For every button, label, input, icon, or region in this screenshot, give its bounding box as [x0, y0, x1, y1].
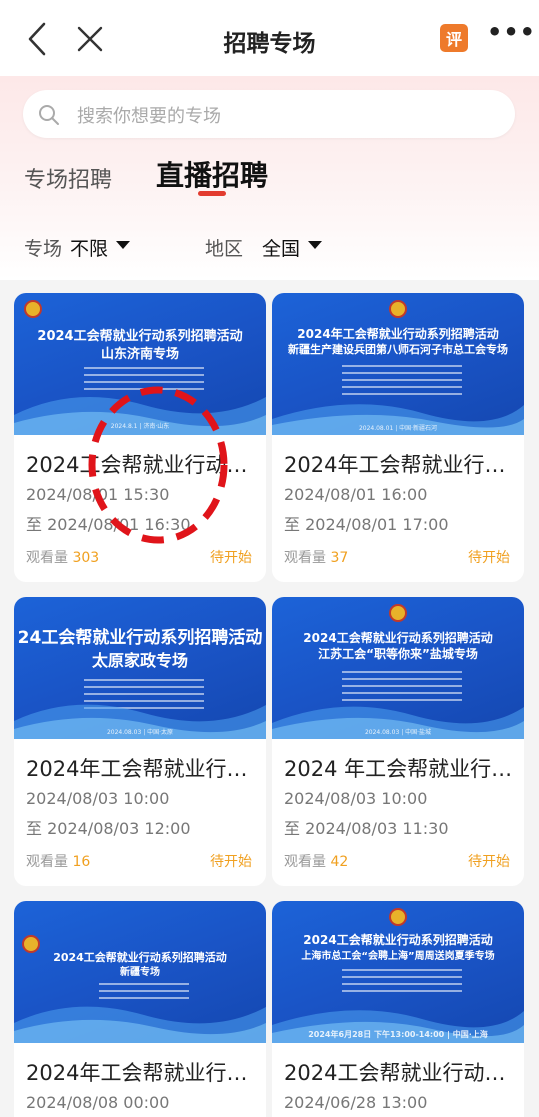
card-title: 2024年工会帮就业行动系列招聘活动 [26, 757, 258, 781]
union-emblem-icon [24, 300, 42, 318]
evaluate-icon[interactable]: 评 [440, 24, 468, 52]
status-badge: 待开始 [468, 854, 510, 870]
start-time: 2024/08/01 15:30 [26, 485, 170, 504]
live-poster: 2024工会帮就业行动系列招聘活动 江苏工会“职等你来”盐城专场 2024.08… [272, 597, 524, 739]
poster-date: 2024年6月28日 下午13:00-14:00 | 中国·上海 [308, 1030, 488, 1039]
tab-live-recruit[interactable]: 直播招聘 [156, 154, 268, 194]
live-card[interactable]: 24工会帮就业行动系列招聘活动 太原家政专场 2024.08.03 | 中国·太… [14, 597, 266, 886]
search-input[interactable]: 搜索你想要的专场 [77, 102, 221, 128]
poster-date: 2024.08.03 | 中国·太原 [106, 729, 174, 736]
live-card[interactable]: 2024工会帮就业行动系列招聘活动 江苏工会“职等你来”盐城专场 2024.08… [272, 597, 524, 886]
poster-date: 2024.8.1 | 济南·山东 [110, 423, 170, 430]
start-time: 2024/08/01 16:00 [284, 485, 428, 504]
live-card[interactable]: 2024年工会帮就业行动系列招聘活动 新疆生产建设兵团第八师石河子市总工会专场 … [272, 293, 524, 582]
view-count: 观看量 16 [26, 854, 91, 870]
poster-date: 2024.08.01 | 中国·新疆石河 [358, 425, 438, 432]
union-emblem-icon [389, 604, 407, 622]
card-title: 2024工会帮就业行动系列招聘活动 [284, 1061, 516, 1085]
poster-date: 2024.08.03 | 中国·盐城 [364, 729, 432, 736]
live-poster: 2024工会帮就业行动系列招聘活动 山东济南专场 2024.8.1 | 济南·山… [14, 293, 266, 435]
poster-title: 2024工会帮就业行动系列招聘活动 [303, 933, 493, 947]
poster-wave [14, 1006, 266, 1043]
live-card[interactable]: 2024工会帮就业行动系列招聘活动 山东济南专场 2024.8.1 | 济南·山… [14, 293, 266, 582]
status-badge: 待开始 [210, 854, 252, 870]
search-box[interactable]: 搜索你想要的专场 [23, 90, 515, 138]
poster-title: 2024工会帮就业行动系列招聘活动 [303, 631, 493, 645]
top-bar: 招聘专场 评 ••• [0, 0, 539, 76]
more-options-icon[interactable]: ••• [487, 18, 536, 46]
view-count: 观看量 37 [284, 550, 349, 566]
tab-venue-recruit[interactable]: 专场招聘 [24, 162, 112, 194]
start-time: 2024/08/08 00:00 [26, 1093, 170, 1112]
union-emblem-icon [389, 908, 407, 926]
view-count: 观看量 42 [284, 854, 349, 870]
venue-caret-icon[interactable] [116, 241, 130, 249]
poster-subtitle: 太原家政专场 [91, 651, 188, 670]
poster-subtitle: 上海市总工会“会聘上海”周周送岗夏季专场 [301, 951, 495, 962]
venue-filter-label: 专场 [24, 238, 63, 260]
poster-title: 2024年工会帮就业行动系列招聘活动 [297, 327, 499, 341]
status-badge: 待开始 [468, 550, 510, 566]
venue-filter-dropdown[interactable]: 不限 [70, 234, 108, 261]
card-title: 2024年工会帮就业行动系列招聘活动 [284, 453, 516, 477]
poster-title: 24工会帮就业行动系列招聘活动 [17, 628, 263, 648]
card-title: 2024年工会帮就业行动系列招聘活动 [26, 1061, 258, 1085]
end-time: 至 2024/08/03 12:00 [26, 819, 191, 838]
end-time: 至 2024/08/01 16:30 [26, 515, 191, 534]
poster-subtitle: 新疆专场 [120, 967, 160, 978]
region-filter-label: 地区 [205, 238, 244, 260]
region-filter-dropdown[interactable]: 全国 [262, 234, 300, 261]
poster-subtitle: 新疆生产建设兵团第八师石河子市总工会专场 [288, 343, 508, 356]
live-poster: 2024工会帮就业行动系列招聘活动 新疆专场 [14, 901, 266, 1043]
poster-title: 2024工会帮就业行动系列招聘活动 [37, 329, 243, 344]
start-time: 2024/08/03 10:00 [26, 789, 170, 808]
live-card[interactable]: 2024工会帮就业行动系列招聘活动 新疆专场 2024年工会帮就业行动系列招聘活… [14, 901, 266, 1117]
start-time: 2024/08/03 10:00 [284, 789, 428, 808]
live-poster: 2024年工会帮就业行动系列招聘活动 新疆生产建设兵团第八师石河子市总工会专场 … [272, 293, 524, 435]
start-time: 2024/06/28 13:00 [284, 1093, 428, 1112]
active-tab-indicator [198, 191, 226, 196]
card-title: 2024工会帮就业行动系列招聘活动山东济南专场 [26, 453, 258, 477]
union-emblem-icon [389, 300, 407, 318]
poster-subtitle: 江苏工会“职等你来”盐城专场 [318, 647, 478, 661]
end-time: 至 2024/08/01 17:00 [284, 515, 449, 534]
region-caret-icon[interactable] [308, 241, 322, 249]
end-time: 至 2024/08/03 11:30 [284, 819, 449, 838]
view-count: 观看量 303 [26, 550, 100, 566]
live-card[interactable]: 2024工会帮就业行动系列招聘活动 上海市总工会“会聘上海”周周送岗夏季专场 2… [272, 901, 524, 1117]
search-icon [39, 105, 59, 125]
card-title: 2024 年工会帮就业行动系列招聘活动 [284, 757, 516, 781]
live-poster: 24工会帮就业行动系列招聘活动 太原家政专场 2024.08.03 | 中国·太… [14, 597, 266, 739]
live-poster: 2024工会帮就业行动系列招聘活动 上海市总工会“会聘上海”周周送岗夏季专场 2… [272, 901, 524, 1043]
poster-subtitle: 山东济南专场 [100, 347, 179, 362]
status-badge: 待开始 [210, 550, 252, 566]
